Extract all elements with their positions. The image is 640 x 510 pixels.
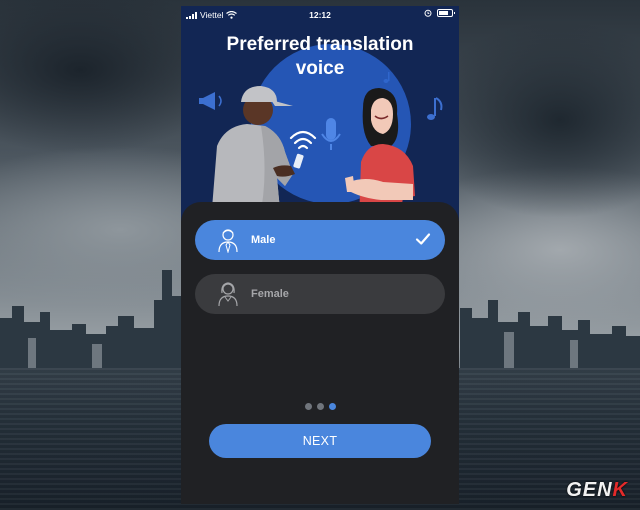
checkmark-icon [415,233,431,245]
page-dot-active [328,403,336,410]
clock-time: 12:12 [309,10,331,20]
megaphone-icon [199,92,222,110]
option-male[interactable]: Male [195,220,445,260]
alarm-icon [424,9,432,17]
hero-illustration-panel: Viettel 12:12 Preferred translation voic… [181,6,459,221]
next-button[interactable]: NEXT [209,424,431,458]
status-bar: Viettel 12:12 [181,6,459,24]
option-female[interactable]: Female [195,274,445,314]
pagination-dots [181,403,459,410]
genk-watermark-logo: GENK [566,479,628,502]
male-avatar-icon [218,229,238,253]
option-male-label: Male [251,234,276,246]
page-dot [316,403,324,410]
status-right [424,9,455,17]
page-dot [304,403,312,410]
music-note-icon [427,97,443,120]
phone-screen: Viettel 12:12 Preferred translation voic… [181,6,459,504]
page-title: Preferred translation voice [226,34,414,79]
watermark-accent: K [612,479,628,501]
battery-icon [437,9,455,17]
voice-selection-sheet: Male Female NEXT [181,202,459,504]
option-female-label: Female [251,288,289,300]
watermark-text: GEN [566,479,613,501]
female-avatar-icon [218,282,238,307]
